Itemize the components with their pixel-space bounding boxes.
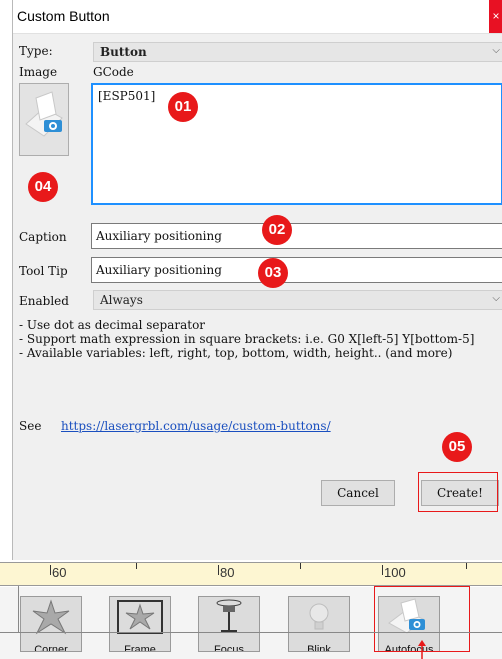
status-divider bbox=[0, 632, 502, 633]
title-bar: Custom Button × bbox=[13, 0, 502, 34]
corner-label: Corner bbox=[34, 644, 68, 652]
caption-label: Caption bbox=[19, 230, 67, 244]
ruler-minor-tick bbox=[300, 563, 301, 569]
close-button[interactable]: × bbox=[489, 0, 502, 33]
toolbar-separator bbox=[0, 586, 19, 632]
focus-button[interactable]: Focus bbox=[198, 596, 260, 652]
chevron-down-icon: ⌵ bbox=[492, 293, 500, 304]
annotation-badge-03: 03 bbox=[258, 258, 288, 288]
corner-button[interactable]: Corner bbox=[20, 596, 82, 652]
blink-label: Blink bbox=[307, 644, 331, 652]
ruler-tick-label: 80 bbox=[217, 565, 235, 580]
type-select[interactable]: Button ⌵ bbox=[93, 42, 502, 62]
help-text: - Use dot as decimal separator - Support… bbox=[19, 318, 475, 360]
type-label: Type: bbox=[19, 44, 53, 58]
ruler-minor-tick bbox=[466, 563, 467, 569]
image-label: Image bbox=[19, 65, 58, 79]
annotation-badge-04: 04 bbox=[28, 172, 58, 202]
cancel-button[interactable]: Cancel bbox=[321, 480, 395, 506]
caption-input-value: Auxiliary positioning bbox=[96, 229, 222, 243]
ruler: 60 80 100 bbox=[0, 562, 502, 586]
tooltip-input-value: Auxiliary positioning bbox=[96, 263, 222, 277]
create-button-highlight bbox=[418, 472, 498, 512]
tooltip-input[interactable]: Auxiliary positioning bbox=[91, 257, 502, 283]
pointer-arrow-icon bbox=[418, 640, 426, 659]
blink-button[interactable]: Blink bbox=[288, 596, 350, 652]
type-select-value: Button bbox=[100, 45, 147, 59]
annotation-badge-01: 01 bbox=[168, 92, 198, 122]
focus-icon bbox=[216, 599, 242, 632]
gcode-textarea[interactable]: [ESP501] bbox=[91, 83, 502, 205]
focus-label: Focus bbox=[214, 644, 244, 652]
frame-label: Frame bbox=[124, 644, 156, 652]
caption-input[interactable]: Auxiliary positioning bbox=[91, 223, 502, 249]
enabled-label: Enabled bbox=[19, 294, 69, 308]
gcode-text: [ESP501] bbox=[98, 89, 156, 103]
lightbulb-icon bbox=[309, 603, 329, 630]
annotation-badge-02: 02 bbox=[262, 215, 292, 245]
see-label: See bbox=[19, 419, 42, 433]
ruler-minor-tick bbox=[136, 563, 137, 569]
enabled-select-value: Always bbox=[100, 293, 143, 307]
dialog-title: Custom Button bbox=[17, 8, 110, 24]
starfish-icon bbox=[32, 599, 70, 635]
annotation-badge-05: 05 bbox=[442, 432, 472, 462]
frame-icon bbox=[117, 600, 163, 634]
autofocus-icon bbox=[25, 91, 63, 137]
enabled-select[interactable]: Always ⌵ bbox=[93, 290, 502, 310]
ruler-tick-label: 60 bbox=[49, 565, 67, 580]
frame-button[interactable]: Frame bbox=[109, 596, 171, 652]
gcode-label: GCode bbox=[93, 65, 134, 79]
tooltip-label: Tool Tip bbox=[19, 264, 68, 278]
chevron-down-icon: ⌵ bbox=[492, 45, 500, 56]
ruler-tick-label: 100 bbox=[382, 565, 406, 580]
help-link[interactable]: https://lasergrbl.com/usage/custom-butto… bbox=[61, 419, 331, 433]
image-picker-button[interactable] bbox=[19, 83, 69, 156]
